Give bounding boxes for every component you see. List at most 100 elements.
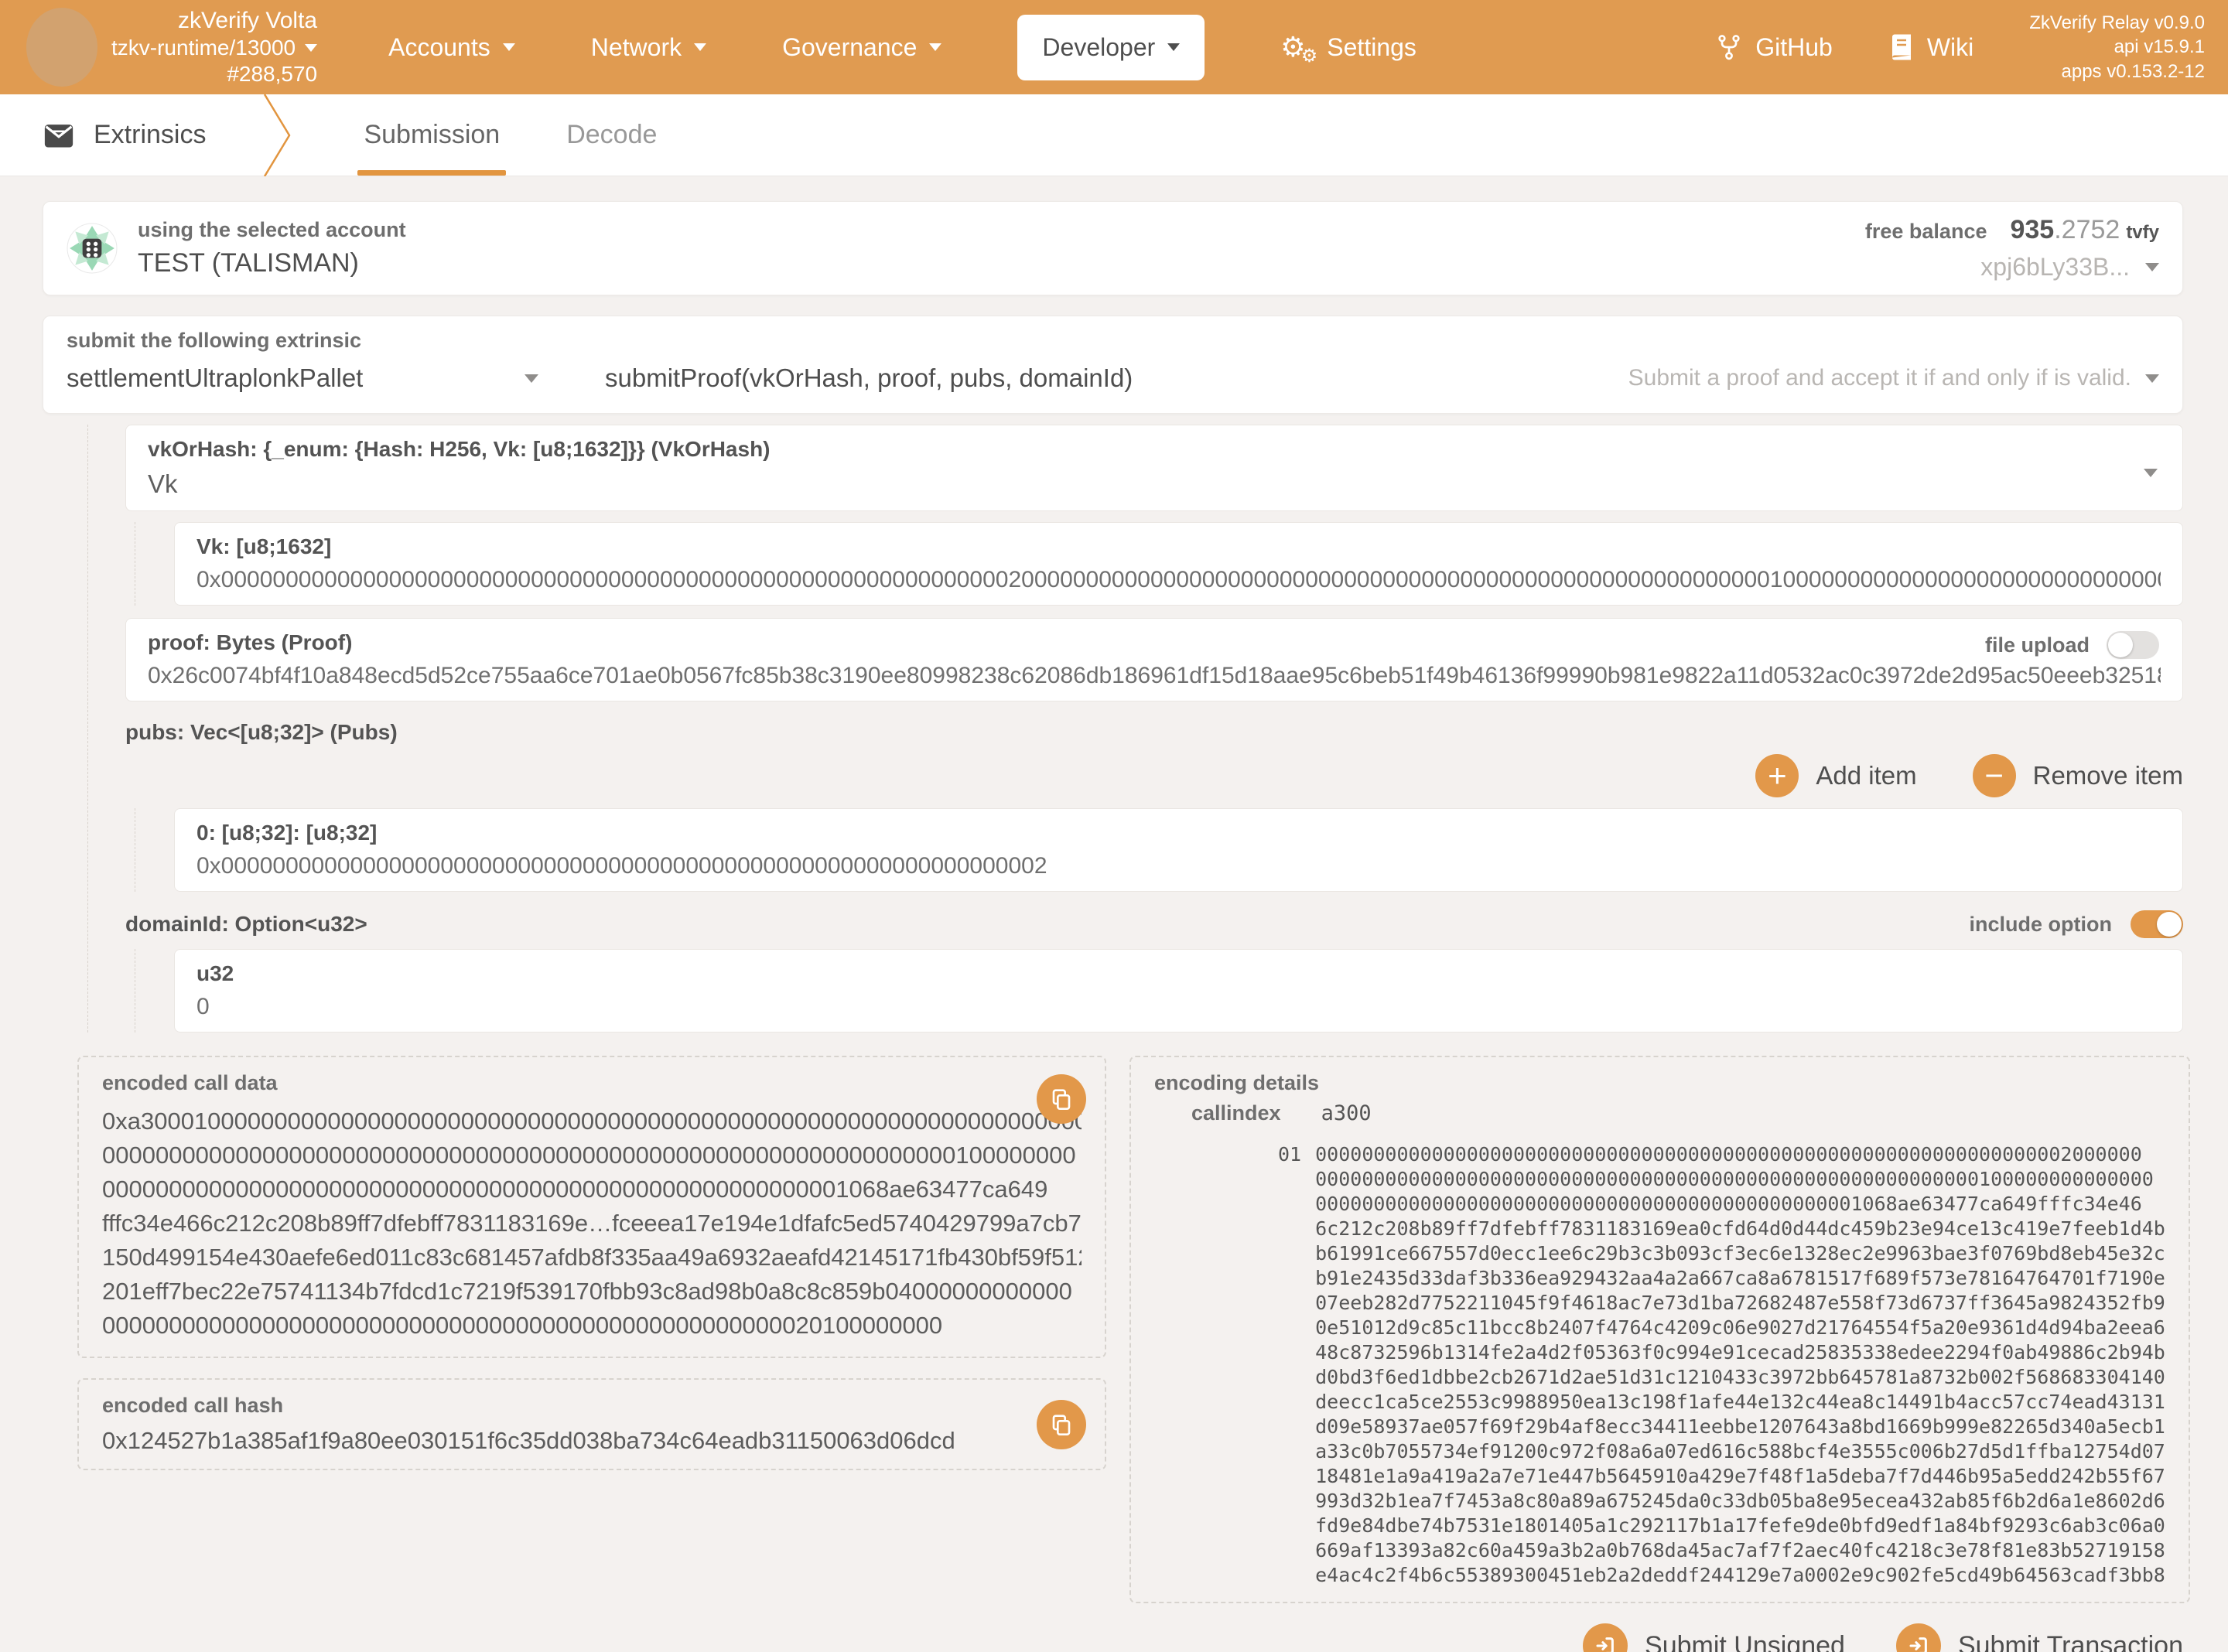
include-option-label: include option: [1970, 913, 2112, 937]
domain-row: domainId: Option<u32> include option: [125, 910, 2183, 938]
chevron-down-icon: [503, 43, 515, 51]
chevron-down-icon: [1167, 43, 1180, 51]
hex-line: d09e58937ae057f69f29b4af8ecc34411eebbe12…: [1315, 1415, 2165, 1439]
encoded-call-hash-label: encoded call hash: [102, 1394, 1082, 1418]
gear-icon: ⚙⚙: [1280, 32, 1314, 63]
hex-line: 0000000000000000000000000000000000000000…: [1315, 1167, 2165, 1192]
encoding-details-box: encoding details callindex a300 01 00000…: [1129, 1056, 2190, 1603]
book-icon: [1888, 33, 1915, 61]
section-title-label: Extrinsics: [94, 120, 206, 150]
breadcrumb-chevron: [261, 94, 292, 176]
nav-governance[interactable]: Governance: [782, 33, 941, 62]
hex-line: 0000000000000000000000000000000000000000…: [1315, 1142, 2165, 1167]
plus-icon: +: [1755, 754, 1799, 797]
chain-name: zkVerify Volta: [111, 7, 317, 35]
outputs-left: encoded call data 0xa3000100000000000000…: [77, 1056, 1106, 1470]
top-navigation: Accounts Network Governance Developer ⚙⚙…: [388, 15, 1416, 80]
chain-selector[interactable]: zkVerify Volta tzkv-runtime/13000 #288,5…: [111, 7, 317, 87]
pub0-label: 0: [u8;32]: [u8;32]: [196, 821, 2161, 845]
pub0-value-input[interactable]: 0x00000000000000000000000000000000000000…: [196, 853, 2161, 879]
vkorhash-nested: Vk: [u8;1632] 0x000000000000000000000000…: [135, 522, 2183, 606]
hex-line: b91e2435d33daf3b336ea929432aa4a2a667ca8a…: [1315, 1266, 2165, 1291]
pubs-nested: 0: [u8;32]: [u8;32] 0x000000000000000000…: [135, 808, 2183, 892]
sign-in-icon: [1896, 1623, 1941, 1652]
submit-unsigned-button[interactable]: Submit Unsigned: [1583, 1623, 1845, 1652]
hex-line: deecc1ca5ce2553c9988950ea13c198f1afe44e1…: [1315, 1390, 2165, 1415]
hex-line: fffc34e466c212c208b89ff7dfebff7831183169…: [102, 1207, 1082, 1241]
extrinsic-card: submit the following extrinsic settlemen…: [43, 316, 2183, 414]
tab-submission[interactable]: Submission: [364, 94, 500, 176]
free-balance-label: free balance: [1865, 220, 1987, 244]
include-option-toggle[interactable]: [2131, 910, 2183, 938]
account-card: using the selected account TEST (TALISMA…: [43, 201, 2183, 295]
u32-value-input[interactable]: 0: [196, 994, 2161, 1020]
chevron-down-icon: [305, 44, 317, 52]
copy-icon: [1049, 1412, 1074, 1437]
api-version: api v15.9.1: [2029, 35, 2205, 59]
app-logo[interactable]: [26, 8, 97, 87]
extrinsic-params: vkOrHash: {_enum: {Hash: H256, Vk: [u8;1…: [87, 425, 2183, 1032]
vkorhash-enum-select[interactable]: Vk: [148, 469, 2161, 499]
encoded-call-data-box: encoded call data 0xa3000100000000000000…: [77, 1056, 1106, 1358]
method-select[interactable]: submitProof(vkOrHash, proof, pubs, domai…: [605, 364, 1133, 393]
encoded-call-hash-value: 0x124527b1a385af1f9a80ee030151f6c35dd038…: [102, 1427, 1082, 1455]
account-name: TEST (TALISMAN): [138, 248, 406, 278]
hex-line: 0000000000000000000000000000000000000000…: [102, 1309, 1082, 1343]
hex-line: 18481e1a9a419a2a7e71e447b5645910a429e7f4…: [1315, 1464, 2165, 1489]
hex-line: 201eff7bec22e75741134b7fdcd1c7219f539170…: [102, 1275, 1082, 1309]
param-vkorhash: vkOrHash: {_enum: {Hash: H256, Vk: [u8;1…: [125, 425, 2183, 511]
u32-label: u32: [196, 961, 2161, 986]
vk-label: Vk: [u8;1632]: [196, 534, 2161, 559]
proof-value-input[interactable]: 0x26c0074bf4f10a848ecd5d52ce755aa6ce701a…: [148, 663, 2161, 689]
account-identicon[interactable]: [67, 223, 118, 274]
pallet-name: settlementUltraplonkPallet: [67, 364, 363, 393]
hex-line: e4ac4c2f4b6c55389300451eb2a2deddf244129e…: [1315, 1563, 2165, 1588]
nav-accounts[interactable]: Accounts: [388, 33, 515, 62]
pallet-select[interactable]: settlementUltraplonkPallet: [67, 364, 538, 393]
remove-item-button[interactable]: − Remove item: [1973, 754, 2183, 797]
encoded-call-data-value: 0xa3000100000000000000000000000000000000…: [102, 1104, 1082, 1343]
domain-nested: u32 0: [135, 949, 2183, 1032]
selected-account: using the selected account TEST (TALISMA…: [138, 218, 406, 278]
copy-call-hash-button[interactable]: [1037, 1400, 1086, 1449]
hex-line: b61991ce667557d0ecc1ee6c29b3c3b093cf3ec6…: [1315, 1241, 2165, 1266]
nav-developer-active[interactable]: Developer: [1017, 15, 1205, 80]
extrinsics-page: zkVerify Volta tzkv-runtime/13000 #288,5…: [0, 0, 2228, 1652]
outputs: encoded call data 0xa3000100000000000000…: [77, 1056, 2183, 1603]
pubs-actions: + Add item − Remove item: [125, 754, 2183, 797]
copy-call-data-button[interactable]: [1037, 1074, 1086, 1124]
code-branch-icon: [1715, 33, 1743, 61]
hex-line: 0000000000000000000000000000000000000000…: [102, 1138, 1082, 1172]
submit-transaction-button[interactable]: Submit Transaction: [1896, 1623, 2183, 1652]
tab-decode[interactable]: Decode: [566, 94, 657, 176]
account-address-selector[interactable]: xpj6bLy33B...: [1865, 253, 2159, 282]
callindex-value: a300: [1321, 1101, 1372, 1125]
sign-in-icon: [1583, 1623, 1628, 1652]
header-right: GitHub Wiki ZkVerify Relay v0.9.0 api v1…: [1715, 11, 2205, 84]
wiki-link[interactable]: Wiki: [1888, 33, 1973, 62]
hex-line: a33c0b7055734ef91200c972f08a6a07ed616c58…: [1315, 1439, 2165, 1464]
copy-icon: [1049, 1087, 1074, 1111]
encoding-details-value: 0000000000000000000000000000000000000000…: [1315, 1142, 2165, 1588]
hex-line: 48c8732596b1314fe2a4d2f05363f0c994e91cec…: [1315, 1340, 2165, 1365]
github-link[interactable]: GitHub: [1715, 33, 1833, 62]
param-proof: proof: Bytes (Proof) 0x26c0074bf4f10a848…: [125, 618, 2183, 701]
nav-network[interactable]: Network: [591, 33, 706, 62]
add-item-button[interactable]: + Add item: [1755, 754, 1916, 797]
method-description-select[interactable]: Submit a proof and accept it if and only…: [1628, 365, 2159, 391]
file-upload-toggle[interactable]: [2107, 631, 2159, 659]
hex-line: 0000000000000000000000000000000000000000…: [102, 1172, 1082, 1207]
method-description: Submit a proof and accept it if and only…: [1628, 365, 2131, 391]
method-name: submitProof(vkOrHash, proof, pubs, domai…: [605, 364, 1133, 392]
chevron-down-icon[interactable]: [2144, 469, 2158, 477]
hex-line: 993d32b1ea7f7453a8c80a89a675245da0c33db0…: [1315, 1489, 2165, 1514]
vk-value-input[interactable]: 0x00000000000000000000000000000000000000…: [196, 567, 2161, 593]
tab-bar: Extrinsics Submission Decode: [0, 94, 2228, 176]
chevron-down-icon: [2145, 263, 2159, 271]
proof-label: proof: Bytes (Proof): [148, 630, 2161, 655]
block-number: #288,570: [111, 61, 317, 87]
apps-version: apps v0.153.2-12: [2029, 60, 2205, 84]
nav-settings[interactable]: ⚙⚙ Settings: [1280, 32, 1416, 63]
encoded-call-data-label: encoded call data: [102, 1071, 1082, 1095]
hex-line: 0e51012d9c85c11bcc8b2407f4764c4209c06e90…: [1315, 1316, 2165, 1340]
